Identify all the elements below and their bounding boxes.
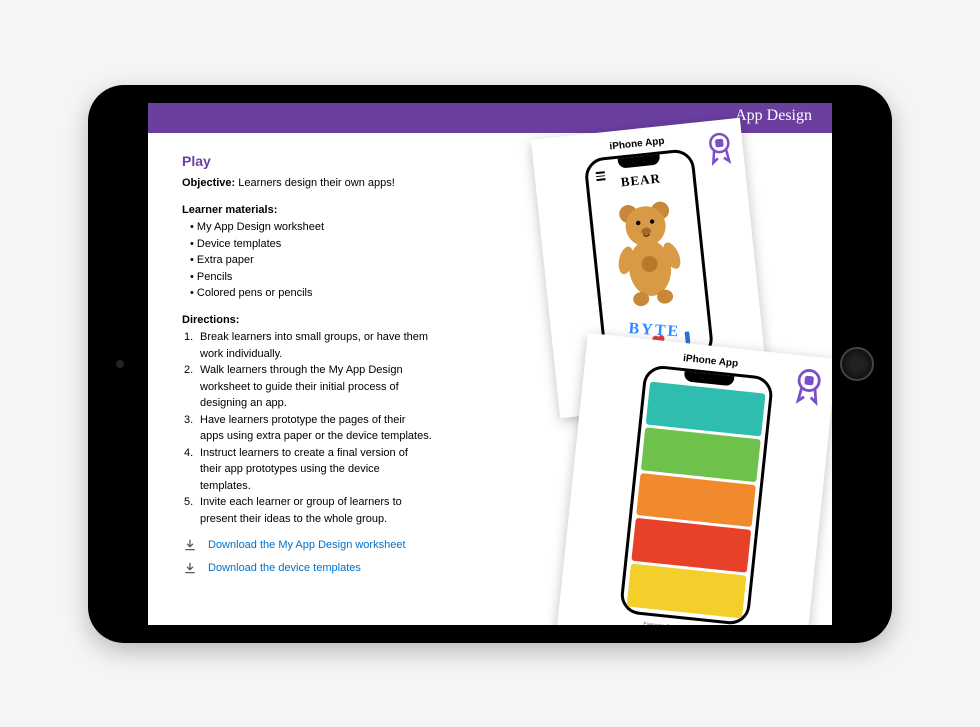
list-item: • My App Design worksheet [182,219,446,236]
download-icon [182,537,198,553]
list-item: 5.Invite each learner or group of learne… [182,494,432,527]
front-camera [116,360,124,368]
list-item: 4.Instruct learners to create a final ve… [182,445,432,495]
lesson-text-column: Play Objective: Learners design their ow… [148,133,456,625]
download-link-row[interactable]: Download the device templates [182,560,446,577]
download-icon [182,560,198,576]
illustration-area: iPhone App BEAR [445,123,832,625]
list-item: • Colored pens or pencils [182,285,446,302]
objective-label: Objective: [182,177,235,189]
app-name-byte: BYTE [628,320,681,342]
worksheet-byte: BYTE iPhone App [554,333,832,625]
color-stripes [627,382,766,619]
ribbon-icon [706,131,736,173]
objective-line: Objective: Learners design their own app… [182,175,446,192]
ipad-device-frame: App Design Play Objective: Learners desi… [88,85,892,643]
download-link-row[interactable]: Download the My App Design worksheet [182,537,446,554]
download-link-text: Download the My App Design worksheet [208,537,406,554]
list-item: • Device templates [182,236,446,253]
materials-heading: Learner materials: [182,202,446,219]
bear-drawing [603,194,694,312]
phone-template [619,364,774,625]
list-item: 3.Have learners prototype the pages of t… [182,412,432,445]
materials-list: • My App Design worksheet • Device templ… [182,219,446,302]
list-item: • Extra paper [182,252,446,269]
download-link-text: Download the device templates [208,560,361,577]
ribbon-icon [791,367,825,413]
objective-text: Learners design their own apps! [235,177,395,189]
header-title: App Design [735,107,812,124]
directions-heading: Directions: [182,312,446,329]
list-item: 2.Walk learners through the My App Desig… [182,362,432,412]
list-item: • Pencils [182,269,446,286]
directions-list: 1.Break learners into small groups, or h… [182,329,446,527]
home-button[interactable] [840,347,874,381]
list-item: 1.Break learners into small groups, or h… [182,329,432,362]
screen: App Design Play Objective: Learners desi… [148,103,832,625]
section-title: Play [182,151,446,172]
